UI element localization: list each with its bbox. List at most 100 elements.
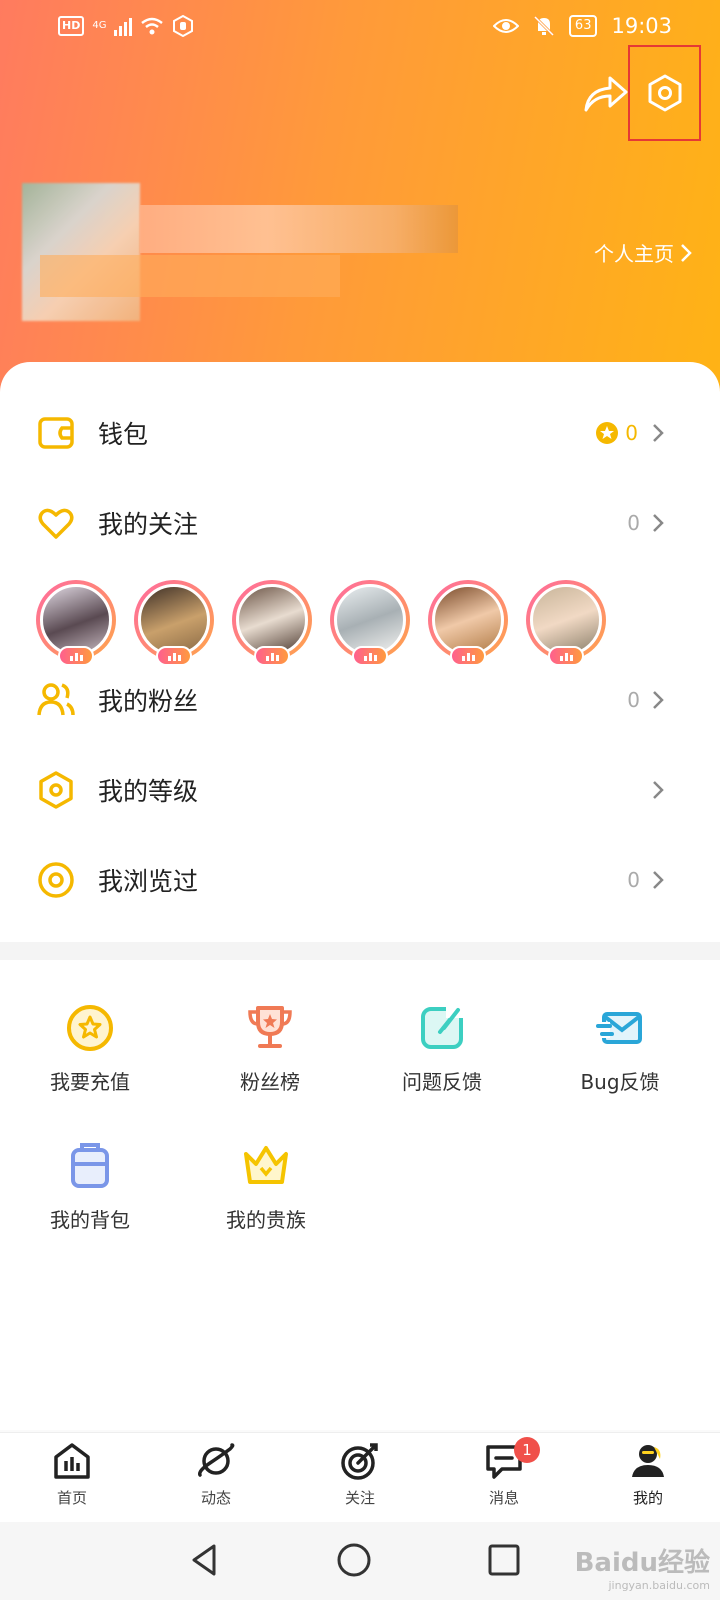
level-label: 我的等级 [98,777,199,806]
wallet-row[interactable]: 钱包 0 [0,398,720,468]
clock: 19:03 [611,14,672,38]
tab-label: 我的 [632,1489,663,1507]
fans-row[interactable]: 我的粉丝 0 [0,665,720,735]
wallet-icon [38,417,74,449]
fans-icon [37,683,75,716]
hd-indicator: HD [58,16,85,36]
status-bar: HD 4G 63 19:03 [0,12,720,42]
chevron-right-icon [653,514,664,532]
baidu-watermark: Baidu经验 jingyan.baidu.com [575,1542,710,1592]
tool-label: 我的背包 [50,1208,130,1232]
tab-label: 首页 [56,1489,87,1507]
trophy-icon [248,1006,292,1048]
following-avatar[interactable] [526,580,606,666]
user-info-blurred [40,255,340,297]
unread-badge: 1 [514,1437,540,1463]
fans-count: 0 [627,688,640,712]
fans-label: 我的粉丝 [98,687,199,716]
back-icon[interactable] [184,1540,224,1580]
profile-header: HD 4G 63 19:03 个人主页 [0,0,720,400]
history-label: 我浏览过 [98,867,199,896]
following-avatar[interactable] [428,580,508,666]
tool-label: Bug反馈 [580,1070,660,1094]
chevron-right-icon [681,243,692,262]
wifi-icon [141,17,164,35]
bug-report-icon [596,1012,642,1044]
level-row[interactable]: 我的等级 [0,755,720,825]
feedback-button[interactable]: 问题反馈 [352,1002,532,1095]
chevron-right-icon [653,871,664,889]
share-button[interactable] [582,72,628,114]
home-icon [54,1443,90,1479]
eye-icon [38,862,74,898]
network-type: 4G [92,20,107,31]
tab-follow[interactable]: 关注 [288,1441,432,1508]
tab-messages[interactable]: 1 消息 [432,1437,576,1508]
tab-moments[interactable]: 动态 [144,1441,288,1508]
following-row[interactable]: 我的关注 0 [0,488,720,558]
eye-icon [492,19,519,33]
settings-hexagon-icon [648,74,681,112]
signal-icon [114,16,133,36]
user-nickname-blurred [140,205,458,253]
history-row[interactable]: 我浏览过 0 [0,845,720,915]
settings-button[interactable] [628,45,701,141]
recharge-button[interactable]: 我要充值 [0,1002,180,1095]
following-label: 我的关注 [98,510,199,539]
chevron-right-icon [653,424,664,442]
bug-report-button[interactable]: Bug反馈 [530,1002,710,1095]
following-avatars-list [36,580,606,666]
watermark-brand: Baidu经验 [574,1548,710,1578]
profile-page-link[interactable]: 个人主页 [594,238,692,267]
battery-indicator: 63 [568,15,598,37]
heart-icon [38,508,74,539]
planet-icon [197,1443,235,1477]
tool-label: 粉丝榜 [240,1070,300,1094]
chevron-right-icon [653,781,664,799]
following-avatar[interactable] [330,580,410,666]
mute-bell-icon [533,15,554,37]
user-avatar[interactable] [22,183,140,321]
following-count: 0 [627,511,640,535]
tab-home[interactable]: 首页 [0,1441,144,1508]
tab-label: 关注 [344,1489,375,1507]
watermark-url: jingyan.baidu.com [608,1579,710,1592]
tool-label: 我要充值 [50,1070,130,1094]
home-circle-icon[interactable] [334,1540,374,1580]
live-indicator [254,646,290,666]
following-avatar[interactable] [36,580,116,666]
coin-balance: 0 [595,421,638,445]
live-indicator [156,646,192,666]
recents-square-icon[interactable] [484,1540,524,1580]
share-icon [584,76,628,112]
section-divider [0,942,720,960]
following-avatar[interactable] [232,580,312,666]
bottom-tab-bar: 首页 动态 关注 1 消息 我的 [0,1432,720,1523]
profile-link-label: 个人主页 [594,242,674,266]
feedback-icon [421,1004,466,1049]
level-icon [39,771,73,809]
tool-label: 问题反馈 [402,1070,482,1094]
backpack-icon [71,1143,109,1188]
tab-label: 消息 [488,1489,519,1507]
chevron-right-icon [653,691,664,709]
tool-label: 我的贵族 [226,1208,306,1232]
live-indicator [548,646,584,666]
live-indicator [58,646,94,666]
coin-icon [596,422,619,444]
live-indicator [352,646,388,666]
coin-value: 0 [625,421,638,445]
profile-icon [632,1445,664,1477]
tab-label: 动态 [200,1489,231,1507]
nobility-button[interactable]: 我的贵族 [176,1140,356,1233]
tab-me[interactable]: 我的 [576,1441,720,1508]
crown-icon [244,1146,288,1184]
system-navigation-bar: Baidu经验 jingyan.baidu.com [0,1522,720,1600]
following-avatar[interactable] [134,580,214,666]
recharge-icon [67,1005,113,1051]
hand-icon [173,15,194,37]
tools-grid: 我要充值 粉丝榜 问题反馈 Bug反馈 我的背包 我的贵族 [0,960,720,1430]
target-icon [341,1443,378,1480]
fan-ranking-button[interactable]: 粉丝榜 [180,1002,360,1095]
backpack-button[interactable]: 我的背包 [0,1140,180,1233]
